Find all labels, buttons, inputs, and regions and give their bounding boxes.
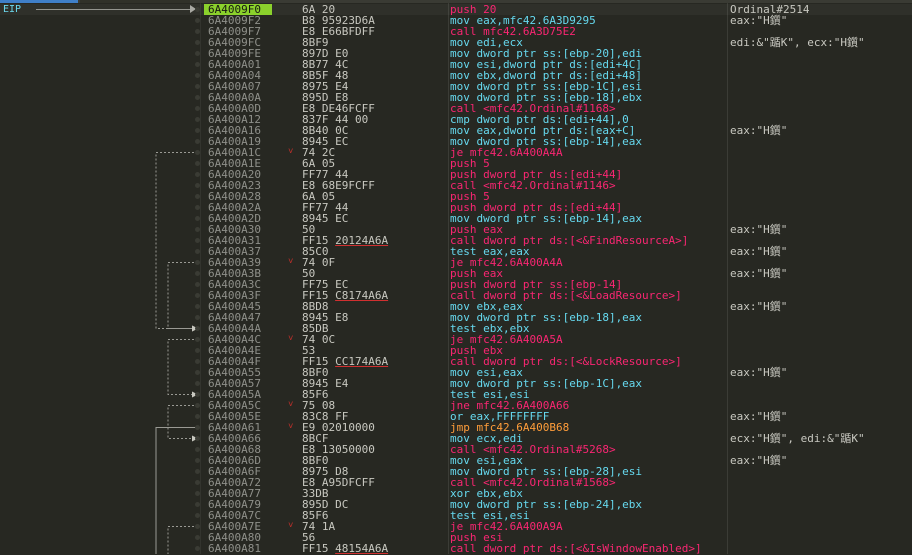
- breakpoint-dot-icon[interactable]: [195, 271, 200, 276]
- breakpoint-dot-icon[interactable]: [195, 51, 200, 56]
- breakpoint-dot-icon[interactable]: [195, 359, 200, 364]
- jump-marker-icon: ˅: [288, 257, 294, 267]
- breakpoint-dot-icon[interactable]: [195, 447, 200, 452]
- comment-cell: eax:"H鑕": [730, 267, 788, 280]
- breakpoint-dot-icon[interactable]: [195, 282, 200, 287]
- breakpoint-dot-icon[interactable]: [195, 29, 200, 34]
- breakpoint-dot-icon[interactable]: [195, 150, 200, 155]
- breakpoint-dot-icon[interactable]: [195, 117, 200, 122]
- breakpoint-dot-icon[interactable]: [195, 513, 200, 518]
- breakpoint-dot-icon[interactable]: [195, 216, 200, 221]
- breakpoint-dot-icon[interactable]: [195, 403, 200, 408]
- breakpoint-dot-icon[interactable]: [195, 95, 200, 100]
- breakpoint-dot-icon[interactable]: [195, 392, 200, 397]
- breakpoint-dot-icon[interactable]: [195, 194, 200, 199]
- breakpoint-dot-icon[interactable]: [195, 172, 200, 177]
- jump-marker-icon: ˅: [288, 422, 294, 432]
- breakpoint-dot-icon[interactable]: [195, 161, 200, 166]
- comment-cell: eax:"H鑕": [730, 14, 788, 27]
- comment-cell: eax:"H鑕": [730, 454, 788, 467]
- breakpoint-dot-icon[interactable]: [195, 238, 200, 243]
- comment-cell: eax:"H鑕": [730, 366, 788, 379]
- breakpoint-dot-icon[interactable]: [195, 249, 200, 254]
- jump-marker-icon: ˅: [288, 521, 294, 531]
- breakpoint-dot-icon[interactable]: [195, 7, 200, 12]
- breakpoint-dot-icon[interactable]: [195, 337, 200, 342]
- breakpoint-dot-icon[interactable]: [195, 458, 200, 463]
- breakpoint-dot-icon[interactable]: [195, 436, 200, 441]
- breakpoint-dot-icon[interactable]: [195, 40, 200, 45]
- comment-cell: eax:"H鑕": [730, 300, 788, 313]
- breakpoint-dot-icon[interactable]: [195, 524, 200, 529]
- breakpoint-dot-icon[interactable]: [195, 469, 200, 474]
- breakpoint-dot-icon[interactable]: [195, 304, 200, 309]
- breakpoint-dot-icon[interactable]: [195, 348, 200, 353]
- comment-cell: eax:"H鑕": [730, 245, 788, 258]
- breakpoint-dot-icon[interactable]: [195, 183, 200, 188]
- breakpoint-dot-icon[interactable]: [195, 535, 200, 540]
- breakpoint-dot-icon[interactable]: [195, 84, 200, 89]
- breakpoint-dot-icon[interactable]: [195, 546, 200, 551]
- breakpoint-dot-icon[interactable]: [195, 18, 200, 23]
- breakpoint-dot-icon[interactable]: [195, 139, 200, 144]
- disasm-row[interactable]: 6A400A81 FF15 48154A6A call dword ptr ds:[…: [0, 543, 912, 554]
- address-cell: 6A400A81: [208, 542, 261, 555]
- breakpoint-dot-icon[interactable]: [195, 315, 200, 320]
- instruction-cell[interactable]: call dword ptr ds:[<&IsWindowEnabled>]: [450, 543, 702, 554]
- comment-cell: eax:"H鑕": [730, 223, 788, 236]
- breakpoint-dot-icon[interactable]: [195, 381, 200, 386]
- breakpoint-dot-icon[interactable]: [195, 480, 200, 485]
- jump-marker-icon: ˅: [288, 334, 294, 344]
- jump-marker-icon: ˅: [288, 400, 294, 410]
- breakpoint-dot-icon[interactable]: [195, 370, 200, 375]
- comment-cell: edi:&"踲K", ecx:"H鑕": [730, 36, 865, 49]
- breakpoint-dot-icon[interactable]: [195, 326, 200, 331]
- breakpoint-dot-icon[interactable]: [195, 491, 200, 496]
- breakpoint-dot-icon[interactable]: [195, 106, 200, 111]
- breakpoint-dot-icon[interactable]: [195, 414, 200, 419]
- breakpoint-dot-icon[interactable]: [195, 128, 200, 133]
- breakpoint-dot-icon[interactable]: [195, 502, 200, 507]
- breakpoint-dot-icon[interactable]: [195, 62, 200, 67]
- breakpoint-dot-icon[interactable]: [195, 260, 200, 265]
- breakpoint-dot-icon[interactable]: [195, 227, 200, 232]
- comment-cell: eax:"H鑕": [730, 410, 788, 423]
- bytes-cell: FF15 48154A6A: [302, 542, 389, 555]
- comment-cell: ecx:"H鑕", edi:&"踲K": [730, 432, 865, 445]
- comment-cell: eax:"H鑕": [730, 124, 788, 137]
- breakpoint-dot-icon[interactable]: [195, 425, 200, 430]
- breakpoint-dot-icon[interactable]: [195, 73, 200, 78]
- breakpoint-dot-icon[interactable]: [195, 293, 200, 298]
- jump-marker-icon: ˅: [288, 147, 294, 157]
- breakpoint-dot-icon[interactable]: [195, 205, 200, 210]
